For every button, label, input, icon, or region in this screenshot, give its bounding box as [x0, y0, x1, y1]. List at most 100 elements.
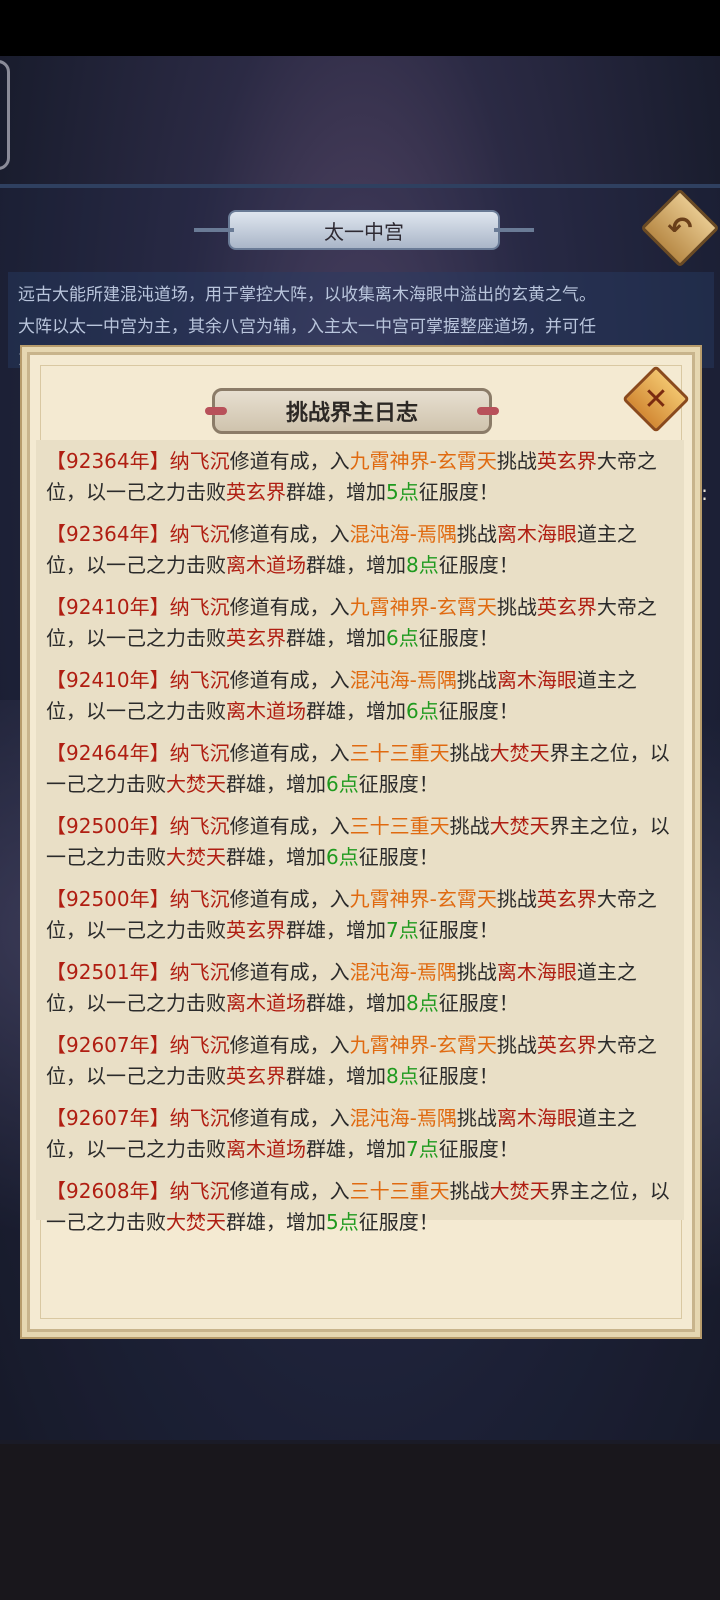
entry-realm: 混沌海-焉隅 — [349, 522, 457, 546]
entry-target: 离木海眼 — [496, 1106, 577, 1130]
entry-target: 英玄界 — [536, 1033, 597, 1057]
entry-realm: 三十三重天 — [349, 1179, 450, 1203]
entry-text: 挑战 — [496, 887, 537, 911]
entry-year: 【92364年】 — [46, 449, 170, 473]
entry-points: 6点 — [406, 699, 439, 723]
entry-text: 挑战 — [496, 595, 537, 619]
entry-year: 【92410年】 — [46, 595, 170, 619]
entry-text: 挑战 — [449, 814, 490, 838]
entry-points: 8点 — [406, 553, 439, 577]
entry-year: 【92607年】 — [46, 1106, 170, 1130]
entry-text: 挑战 — [496, 449, 537, 473]
entry-text: 群雄，增加 — [226, 845, 326, 869]
entry-player: 纳飞沉 — [169, 449, 230, 473]
entry-realm: 九霄神界-玄霄天 — [349, 1033, 497, 1057]
log-entry: 【92410年】纳飞沉修道有成，入混沌海-焉隅挑战离木海眼道主之位，以一己之力击… — [36, 659, 684, 732]
entry-target: 大焚天 — [489, 814, 550, 838]
dialog-title: 挑战界主日志 — [285, 401, 418, 426]
entry-text: 修道有成，入 — [229, 1179, 350, 1203]
entry-target: 大焚天 — [489, 1179, 550, 1203]
entry-text: 征服度！ — [418, 1064, 499, 1088]
entry-target: 离木海眼 — [496, 522, 577, 546]
log-entry: 【92464年】纳飞沉修道有成，入三十三重天挑战大焚天界主之位，以一己之力击败大… — [36, 732, 684, 805]
entry-text: 征服度！ — [358, 845, 439, 869]
entry-text: 群雄，增加 — [306, 553, 406, 577]
title-knob-left — [205, 407, 227, 415]
entry-player: 纳飞沉 — [169, 595, 230, 619]
entry-player: 纳飞沉 — [169, 1179, 230, 1203]
status-bar — [0, 0, 720, 56]
entry-defeated: 英玄界 — [226, 918, 286, 942]
entry-points: 6点 — [386, 626, 419, 650]
entry-realm: 混沌海-焉隅 — [349, 1106, 457, 1130]
entry-target: 英玄界 — [536, 887, 597, 911]
side-handle — [0, 60, 10, 170]
entry-points: 6点 — [326, 772, 359, 796]
entry-year: 【92364年】 — [46, 522, 170, 546]
entry-target: 离木海眼 — [496, 960, 577, 984]
hall-title-plate: 太一中宫 — [194, 210, 534, 250]
entry-defeated: 英玄界 — [226, 480, 286, 504]
entry-text: 挑战 — [456, 1106, 497, 1130]
entry-realm: 三十三重天 — [349, 741, 450, 765]
entry-year: 【92500年】 — [46, 887, 170, 911]
hall-description-line: 大阵以太一中宫为主，其余八宫为辅，入主太一中宫可掌握整座道场，并可任 — [18, 317, 596, 337]
entry-text: 群雄，增加 — [306, 991, 406, 1015]
entry-text: 修道有成，入 — [229, 960, 350, 984]
entry-text: 挑战 — [449, 741, 490, 765]
entry-text: 挑战 — [449, 1179, 490, 1203]
entry-player: 纳飞沉 — [169, 522, 230, 546]
entry-player: 纳飞沉 — [169, 960, 230, 984]
log-list[interactable]: 【92364年】纳飞沉修道有成，入九霄神界-玄霄天挑战英玄界大帝之位，以一己之力… — [36, 440, 684, 1234]
close-x-icon: ✕ — [643, 381, 669, 417]
entry-text: 群雄，增加 — [286, 918, 386, 942]
entry-year: 【92410年】 — [46, 668, 170, 692]
entry-defeated: 英玄界 — [226, 626, 286, 650]
entry-points: 8点 — [386, 1064, 419, 1088]
entry-text: 修道有成，入 — [229, 741, 350, 765]
entry-text: 群雄，增加 — [226, 1210, 326, 1234]
entry-text: 修道有成，入 — [229, 1033, 350, 1057]
log-entry: 【92607年】纳飞沉修道有成，入混沌海-焉隅挑战离木海眼道主之位，以一己之力击… — [36, 1097, 684, 1170]
entry-text: 修道有成，入 — [229, 595, 350, 619]
log-entry: 【92500年】纳飞沉修道有成，入三十三重天挑战大焚天界主之位，以一己之力击败大… — [36, 805, 684, 878]
entry-text: 挑战 — [456, 668, 497, 692]
entry-text: 修道有成，入 — [229, 814, 350, 838]
entry-text: 征服度！ — [438, 1137, 519, 1161]
entry-text: 修道有成，入 — [229, 1106, 350, 1130]
entry-player: 纳飞沉 — [169, 814, 230, 838]
entry-defeated: 离木道场 — [226, 991, 306, 1015]
entry-defeated: 大焚天 — [166, 845, 226, 869]
entry-text: 修道有成，入 — [229, 522, 350, 546]
hall-title: 太一中宫 — [324, 219, 404, 244]
entry-defeated: 大焚天 — [166, 772, 226, 796]
log-entry: 【92364年】纳飞沉修道有成，入九霄神界-玄霄天挑战英玄界大帝之位，以一己之力… — [36, 440, 684, 513]
entry-text: 修道有成，入 — [229, 668, 350, 692]
hall-description-line: 远古大能所建混沌道场，用于掌控大阵，以收集离木海眼中溢出的玄黄之气。 — [18, 285, 596, 305]
entry-target: 大焚天 — [489, 741, 550, 765]
entry-text: 群雄，增加 — [286, 480, 386, 504]
entry-player: 纳飞沉 — [169, 1106, 230, 1130]
entry-points: 5点 — [326, 1210, 359, 1234]
entry-player: 纳飞沉 — [169, 1033, 230, 1057]
entry-text: 群雄，增加 — [286, 626, 386, 650]
entry-target: 英玄界 — [536, 595, 597, 619]
entry-text: 征服度！ — [438, 991, 519, 1015]
entry-year: 【92607年】 — [46, 1033, 170, 1057]
entry-text: 修道有成，入 — [229, 449, 350, 473]
entry-player: 纳飞沉 — [169, 668, 230, 692]
entry-year: 【92608年】 — [46, 1179, 170, 1203]
entry-year: 【92464年】 — [46, 741, 170, 765]
log-entry: 【92410年】纳飞沉修道有成，入九霄神界-玄霄天挑战英玄界大帝之位，以一己之力… — [36, 586, 684, 659]
title-knob-right — [477, 407, 499, 415]
entry-realm: 三十三重天 — [349, 814, 450, 838]
entry-text: 群雄，增加 — [226, 772, 326, 796]
entry-year: 【92500年】 — [46, 814, 170, 838]
entry-target: 英玄界 — [536, 449, 597, 473]
log-entry: 【92500年】纳飞沉修道有成，入九霄神界-玄霄天挑战英玄界大帝之位，以一己之力… — [36, 878, 684, 951]
entry-realm: 九霄神界-玄霄天 — [349, 595, 497, 619]
entry-text: 挑战 — [456, 522, 497, 546]
bottom-area — [0, 1440, 720, 1600]
entry-text: 挑战 — [456, 960, 497, 984]
entry-realm: 九霄神界-玄霄天 — [349, 449, 497, 473]
